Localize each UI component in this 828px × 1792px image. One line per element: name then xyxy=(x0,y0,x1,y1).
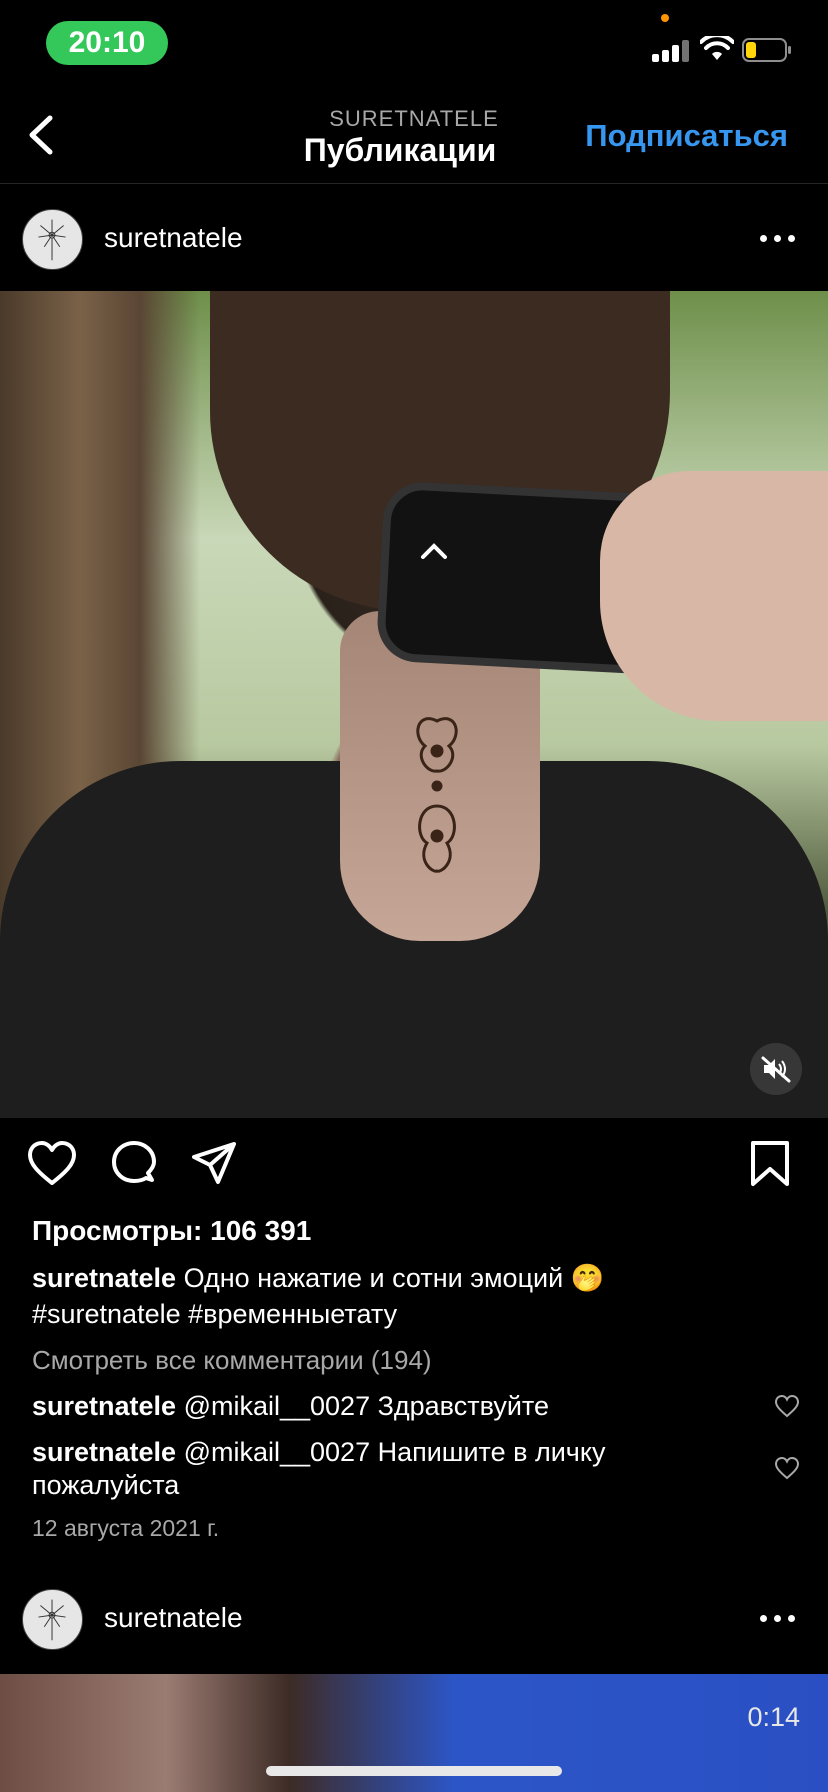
comment-username[interactable]: suretnatele xyxy=(32,1437,176,1467)
privacy-indicator-dot xyxy=(661,14,669,22)
video-duration: 0:14 xyxy=(747,1702,800,1732)
comment-heart-icon[interactable] xyxy=(774,1456,800,1480)
comment-icon[interactable] xyxy=(108,1138,160,1190)
post-caption: suretnatele Одно нажатие и сотни эмоций … xyxy=(32,1260,792,1332)
caption-hashtags[interactable]: #suretnatele #временныетату xyxy=(32,1299,397,1329)
post-username[interactable]: suretnatele xyxy=(104,1602,243,1634)
view-all-comments-link[interactable]: Смотреть все комментарии (194) xyxy=(32,1345,432,1376)
caption-text: Одно нажатие и сотни эмоций 🤭 xyxy=(183,1263,605,1293)
post-date: 12 августа 2021 г. xyxy=(32,1515,220,1541)
follow-button[interactable]: Подписаться xyxy=(585,118,788,154)
battery-icon xyxy=(742,38,791,62)
tattoo-design-icon xyxy=(416,717,458,873)
video-hand xyxy=(600,471,828,721)
wifi-icon xyxy=(700,36,734,60)
avatar[interactable] xyxy=(22,209,83,270)
comment-username[interactable]: suretnatele xyxy=(32,1391,176,1421)
comment-heart-icon[interactable] xyxy=(774,1394,800,1418)
comment-text: @mikail__0027 Здравствуйте xyxy=(183,1391,550,1421)
more-options-icon[interactable] xyxy=(760,1600,800,1636)
caption-username[interactable]: suretnatele xyxy=(32,1263,176,1293)
mute-icon[interactable] xyxy=(750,1043,802,1095)
more-options-icon[interactable] xyxy=(760,220,800,256)
chevron-up-icon xyxy=(421,543,447,559)
heart-icon[interactable] xyxy=(26,1138,78,1190)
status-time: 20:10 xyxy=(46,21,168,65)
bookmark-icon[interactable] xyxy=(744,1138,796,1190)
view-count: Просмотры: 106 391 xyxy=(32,1215,312,1246)
home-indicator[interactable] xyxy=(266,1766,562,1776)
share-icon[interactable] xyxy=(188,1138,240,1190)
comment-row: suretnatele @mikail__0027 Здравствуйте xyxy=(32,1390,752,1423)
post-username[interactable]: suretnatele xyxy=(104,222,243,254)
post-header: suretnatele xyxy=(0,192,828,286)
page-title-text: Публикации xyxy=(303,132,497,168)
post-actions xyxy=(0,1138,828,1198)
top-nav-bar: SURETNATELE Публикации Подписаться xyxy=(0,90,828,184)
comment-row: suretnatele @mikail__0027 Напишите в лич… xyxy=(32,1436,752,1502)
cellular-signal-icon xyxy=(652,40,692,62)
post-video[interactable] xyxy=(0,291,828,1118)
status-bar: 20:10 xyxy=(0,0,828,90)
avatar[interactable] xyxy=(22,1589,83,1650)
next-post-header: suretnatele xyxy=(0,1572,828,1666)
